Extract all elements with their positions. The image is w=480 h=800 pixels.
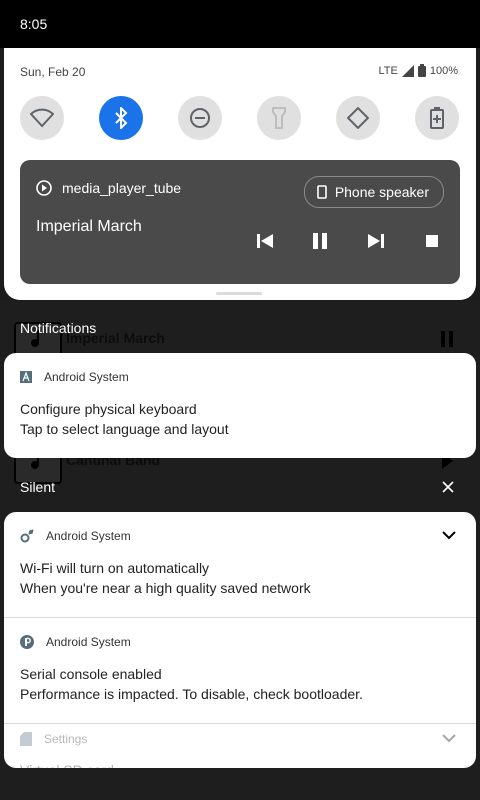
settings-gear-icon	[20, 529, 34, 543]
quick-settings-panel: Sun, Feb 20 LTE 100% media_player_tube I…	[4, 48, 476, 300]
pause-icon	[313, 233, 327, 249]
tile-auto-rotate[interactable]	[336, 96, 380, 140]
notif-app-name: Android System	[46, 529, 131, 543]
notif-text: Tap to select language and layout	[20, 421, 229, 437]
qs-tiles	[20, 96, 460, 140]
stop-icon	[426, 235, 438, 247]
notif-app-name: Android System	[46, 635, 131, 649]
network-type: LTE	[378, 64, 398, 77]
status-clock: 8:05	[20, 16, 48, 32]
previous-button[interactable]	[254, 230, 276, 252]
battery-percent: 100%	[429, 64, 458, 77]
notification-virtual-sd[interactable]: Settings Virtual SD card	[4, 724, 476, 768]
expand-chevron-icon[interactable]	[442, 531, 456, 540]
notif-text: When you're near a high quality saved ne…	[20, 580, 311, 596]
notification-wifi[interactable]: Android System Wi-Fi will turn on automa…	[4, 512, 476, 617]
phone-icon	[317, 185, 327, 199]
notif-title: Virtual SD card	[20, 760, 114, 768]
media-player-card[interactable]: media_player_tube Imperial March Phone s…	[20, 160, 460, 284]
notif-app-name: Android System	[44, 370, 129, 384]
notification-serial-console[interactable]: Android System Serial console enabled Pe…	[4, 618, 476, 723]
notif-title: Wi-Fi will turn on automatically	[20, 560, 210, 576]
auto-rotate-icon	[347, 107, 369, 129]
qs-status-icons: LTE 100%	[378, 64, 458, 77]
stop-button[interactable]	[421, 230, 443, 252]
keyboard-app-icon	[20, 371, 32, 383]
flashlight-icon	[272, 107, 286, 129]
developer-icon	[20, 635, 34, 649]
notif-body: Configure physical keyboard Tap to selec…	[20, 399, 229, 439]
skip-next-icon	[368, 234, 384, 248]
media-track-title: Imperial March	[36, 218, 142, 235]
tile-bluetooth[interactable]	[99, 96, 143, 140]
sd-card-icon	[20, 732, 32, 746]
clear-all-icon[interactable]	[442, 481, 454, 493]
notif-body: Serial console enabled Performance is im…	[20, 664, 363, 704]
notif-app-name: Settings	[44, 732, 88, 746]
play-circle-icon	[36, 180, 52, 196]
notif-title: Configure physical keyboard	[20, 401, 197, 417]
drag-handle[interactable]	[216, 292, 262, 295]
battery-saver-icon	[430, 107, 444, 129]
expand-chevron-icon[interactable]	[442, 734, 456, 743]
notif-header: Android System	[20, 529, 131, 543]
media-app-name: media_player_tube	[62, 180, 182, 196]
pause-button[interactable]	[309, 230, 331, 252]
tile-wifi[interactable]	[20, 96, 64, 140]
tile-battery-saver[interactable]	[415, 96, 459, 140]
do-not-disturb-icon	[190, 108, 210, 128]
pause-icon	[441, 331, 453, 347]
notification-keyboard[interactable]: Android System Configure physical keyboa…	[4, 353, 476, 458]
notif-header: Settings	[20, 732, 87, 746]
skip-previous-icon	[257, 234, 273, 248]
next-button[interactable]	[365, 230, 387, 252]
tile-flashlight[interactable]	[257, 96, 301, 140]
status-bar: 8:05	[0, 0, 480, 48]
output-switcher-button[interactable]: Phone speaker	[303, 176, 444, 208]
notif-body: Wi-Fi will turn on automatically When yo…	[20, 558, 311, 598]
notif-text: Performance is impacted. To disable, che…	[20, 686, 363, 702]
signal-icon	[401, 64, 414, 77]
qs-date[interactable]: Sun, Feb 20	[20, 65, 85, 79]
notif-title: Serial console enabled	[20, 666, 162, 682]
output-label: Phone speaker	[334, 184, 429, 200]
battery-icon	[417, 64, 426, 77]
media-app-header: media_player_tube	[36, 180, 181, 196]
silent-notification-group: Android System Wi-Fi will turn on automa…	[4, 512, 476, 768]
notif-header: Android System	[20, 370, 129, 384]
tile-do-not-disturb[interactable]	[178, 96, 222, 140]
wifi-icon	[30, 108, 54, 128]
notif-header: Android System	[20, 635, 131, 649]
bluetooth-icon	[115, 107, 128, 129]
silent-section-header: Silent	[20, 479, 56, 495]
notifications-header: Notifications	[20, 320, 97, 336]
